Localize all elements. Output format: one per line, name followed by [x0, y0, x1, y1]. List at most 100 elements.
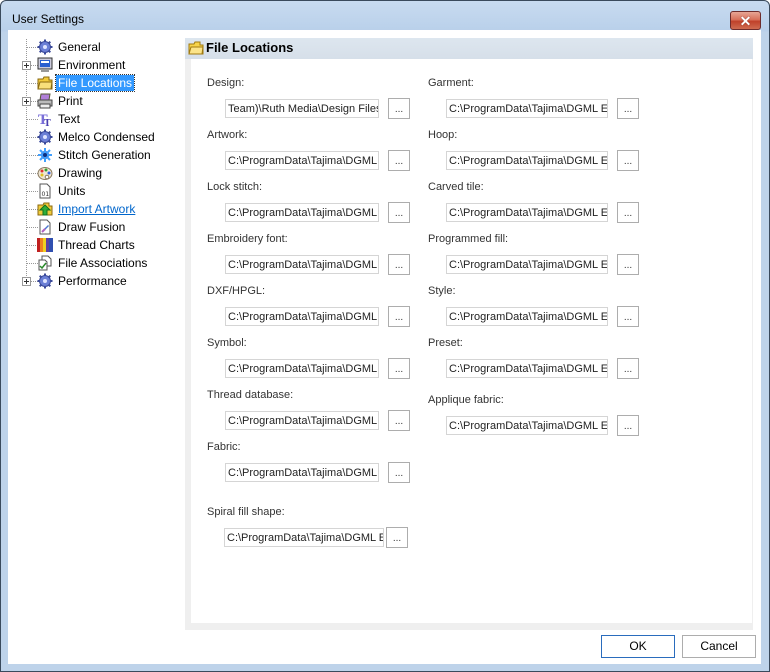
browse-button[interactable]: ... [388, 98, 410, 119]
tree-item-label: Environment [58, 58, 126, 72]
tree-item-general[interactable]: General [8, 38, 183, 56]
path-input[interactable]: C:\ProgramData\Tajima\DGML [225, 203, 379, 222]
path-input[interactable]: C:\ProgramData\Tajima\DGML [225, 411, 379, 430]
path-input[interactable]: C:\ProgramData\Tajima\DGML E [224, 528, 384, 547]
browse-button[interactable]: ... [617, 306, 639, 327]
tree-item-text[interactable]: T T Text [8, 110, 183, 129]
field-label: Lock stitch: [207, 181, 263, 193]
path-input[interactable]: C:\ProgramData\Tajima\DGML [225, 307, 379, 326]
thread-chart-icon [37, 237, 53, 253]
dialog-client-area: General Environment File Locations Print T T T… [8, 30, 761, 664]
tree-item-label: Text [58, 112, 81, 126]
title-bar: User Settings ✕ [1, 1, 769, 31]
field-label: Thread database: [207, 389, 294, 401]
browse-button[interactable]: ... [388, 306, 410, 327]
settings-tree: General Environment File Locations Print T T T… [8, 30, 183, 630]
path-input[interactable]: C:\ProgramData\Tajima\DGML E [446, 359, 608, 378]
tree-item-environment[interactable]: Environment [8, 56, 183, 74]
window-title: User Settings [12, 12, 85, 26]
field-label: Embroidery font: [207, 233, 288, 245]
tree-item-melco-condensed[interactable]: Melco Condensed [8, 128, 183, 146]
tree-item-label: Stitch Generation [58, 148, 151, 162]
field-label: Carved tile: [428, 181, 484, 193]
panel-header: File Locations [185, 38, 753, 59]
tree-item-print[interactable]: Print [8, 92, 183, 110]
close-icon: ✕ [739, 12, 752, 29]
folder-icon [37, 75, 53, 91]
path-input[interactable]: C:\ProgramData\Tajima\DGML E [446, 416, 608, 435]
path-input[interactable]: C:\ProgramData\Tajima\DGML [225, 463, 379, 482]
path-input[interactable]: C:\ProgramData\Tajima\DGML E [446, 203, 608, 222]
tree-item-file-associations[interactable]: File Associations [8, 254, 183, 272]
path-input[interactable]: C:\ProgramData\Tajima\DGML E [446, 151, 608, 170]
browse-button[interactable]: ... [386, 527, 408, 548]
field-label: Applique fabric: [428, 394, 504, 406]
folder-icon [188, 41, 204, 55]
gear-icon [37, 39, 53, 55]
tree-item-draw-fusion[interactable]: Draw Fusion [8, 218, 183, 236]
path-input[interactable]: C:\ProgramData\Tajima\DGML [225, 255, 379, 274]
tree-item-performance[interactable]: Performance [8, 272, 183, 290]
field-label: Preset: [428, 337, 463, 349]
tree-item-label: Melco Condensed [58, 130, 155, 144]
field-label: Style: [428, 285, 456, 297]
tree-item-import-artwork[interactable]: Import Artwork [8, 200, 183, 218]
field-label: Programmed fill: [428, 233, 509, 245]
import-folder-icon [37, 201, 53, 217]
tree-item-label: Performance [58, 274, 127, 288]
browse-button[interactable]: ... [388, 358, 410, 379]
path-input[interactable]: C:\ProgramData\Tajima\DGML [225, 359, 379, 378]
close-button[interactable]: ✕ [730, 11, 761, 30]
browse-button[interactable]: ... [388, 462, 410, 483]
browse-button[interactable]: ... [388, 410, 410, 431]
tree-item-label: File Associations [58, 256, 148, 270]
browse-button[interactable]: ... [617, 150, 639, 171]
stitch-icon [37, 147, 53, 163]
tree-item-label: Print [58, 94, 83, 108]
tree-item-label: Import Artwork [58, 202, 136, 216]
browse-button[interactable]: ... [617, 358, 639, 379]
field-label: Symbol: [207, 337, 247, 349]
file-locations-panel: File Locations Design: Team)\Ruth Media\D… [185, 38, 753, 630]
palette-icon [37, 165, 53, 181]
file-association-icon [37, 255, 53, 271]
tree-item-stitch-generation[interactable]: Stitch Generation [8, 146, 183, 164]
browse-button[interactable]: ... [617, 202, 639, 223]
panel-body: Design: Team)\Ruth Media\Design Files... A… [191, 59, 752, 623]
field-label: Fabric: [207, 441, 241, 453]
path-input[interactable]: C:\ProgramData\Tajima\DGML E [446, 99, 608, 118]
path-input[interactable]: C:\ProgramData\Tajima\DGML [225, 151, 379, 170]
tree-item-units[interactable]: 01 Units [8, 182, 183, 200]
tree-item-label: Drawing [58, 166, 103, 180]
tree-item-label: General [58, 40, 101, 54]
path-input[interactable]: C:\ProgramData\Tajima\DGML E [446, 307, 608, 326]
printer-icon [37, 93, 53, 109]
text-icon: TT [37, 111, 53, 129]
ok-button[interactable]: OK [601, 635, 675, 658]
browse-button[interactable]: ... [617, 254, 639, 275]
field-label: Garment: [428, 77, 474, 89]
gear-icon [37, 129, 53, 145]
field-label: Hoop: [428, 129, 458, 141]
cancel-button[interactable]: Cancel [682, 635, 756, 658]
monitor-icon [37, 57, 53, 73]
tree-item-drawing[interactable]: Drawing [8, 164, 183, 182]
svg-text:01: 01 [42, 191, 50, 198]
gear-icon [37, 273, 53, 289]
path-input[interactable]: Team)\Ruth Media\Design Files [225, 99, 379, 118]
field-label: Artwork: [207, 129, 248, 141]
browse-button[interactable]: ... [388, 202, 410, 223]
tree-item-file-locations[interactable]: File Locations [8, 74, 183, 92]
svg-text:T: T [44, 119, 51, 127]
user-settings-dialog: User Settings ✕ General Environment File L… [0, 0, 770, 672]
browse-button[interactable]: ... [388, 254, 410, 275]
field-label: DXF/HPGL: [207, 285, 266, 297]
browse-button[interactable]: ... [617, 415, 639, 436]
path-input[interactable]: C:\ProgramData\Tajima\DGML E [446, 255, 608, 274]
browse-button[interactable]: ... [617, 98, 639, 119]
browse-button[interactable]: ... [388, 150, 410, 171]
tree-item-thread-charts[interactable]: Thread Charts [8, 236, 183, 254]
tree-item-label: Units [58, 184, 86, 198]
field-label: Design: [207, 77, 245, 89]
panel-title: File Locations [206, 40, 294, 55]
